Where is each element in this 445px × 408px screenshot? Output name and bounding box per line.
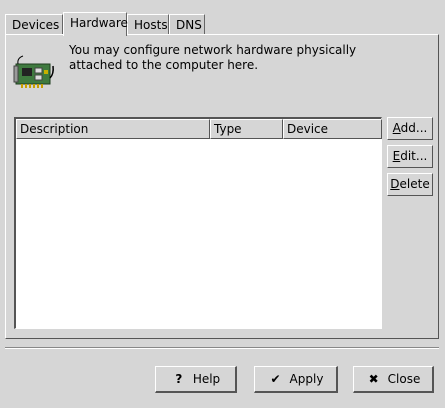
delete-label: elete [399, 177, 430, 191]
question-icon: ? [175, 372, 183, 386]
help-button[interactable]: ? Help [155, 366, 237, 393]
tab-hosts[interactable]: Hosts [127, 14, 169, 35]
close-button[interactable]: ✖ Close [353, 366, 434, 393]
tab-hardware[interactable]: Hardware [63, 12, 128, 36]
tab-devices[interactable]: Devices [5, 14, 63, 35]
column-header-type[interactable]: Type [210, 119, 283, 139]
separator [5, 347, 439, 349]
add-label: dd... [400, 121, 428, 135]
apply-label: Apply [289, 372, 324, 386]
checkmark-icon: ✔ [270, 372, 281, 386]
hardware-panel: You may configure network hardware physi… [5, 34, 439, 339]
tab-dns[interactable]: DNS [169, 14, 205, 35]
add-mnemonic: A [392, 121, 401, 135]
intro-text: You may configure network hardware physi… [69, 43, 357, 72]
network-card-icon [13, 55, 54, 88]
tab-dns-label: DNS [176, 18, 202, 32]
close-label: Close [387, 372, 421, 386]
tab-hosts-label: Hosts [134, 18, 168, 32]
add-button[interactable]: Add... [387, 117, 433, 140]
list-header: Description Type Device [16, 119, 382, 139]
delete-button[interactable]: Delete [387, 173, 433, 196]
column-header-device[interactable]: Device [283, 119, 382, 139]
apply-button[interactable]: ✔ Apply [254, 366, 338, 393]
help-label: Help [192, 372, 221, 386]
tab-devices-label: Devices [12, 18, 60, 32]
column-header-description[interactable]: Description [16, 119, 210, 139]
network-configuration-window: Devices Hardware Hosts DNS You may confi… [0, 0, 445, 408]
edit-button[interactable]: Edit... [387, 145, 433, 168]
edit-label: dit... [400, 149, 428, 163]
tab-hardware-label: Hardware [70, 16, 128, 30]
x-icon: ✖ [368, 372, 379, 386]
hardware-list[interactable]: Description Type Device [14, 117, 382, 329]
delete-mnemonic: D [390, 177, 400, 191]
